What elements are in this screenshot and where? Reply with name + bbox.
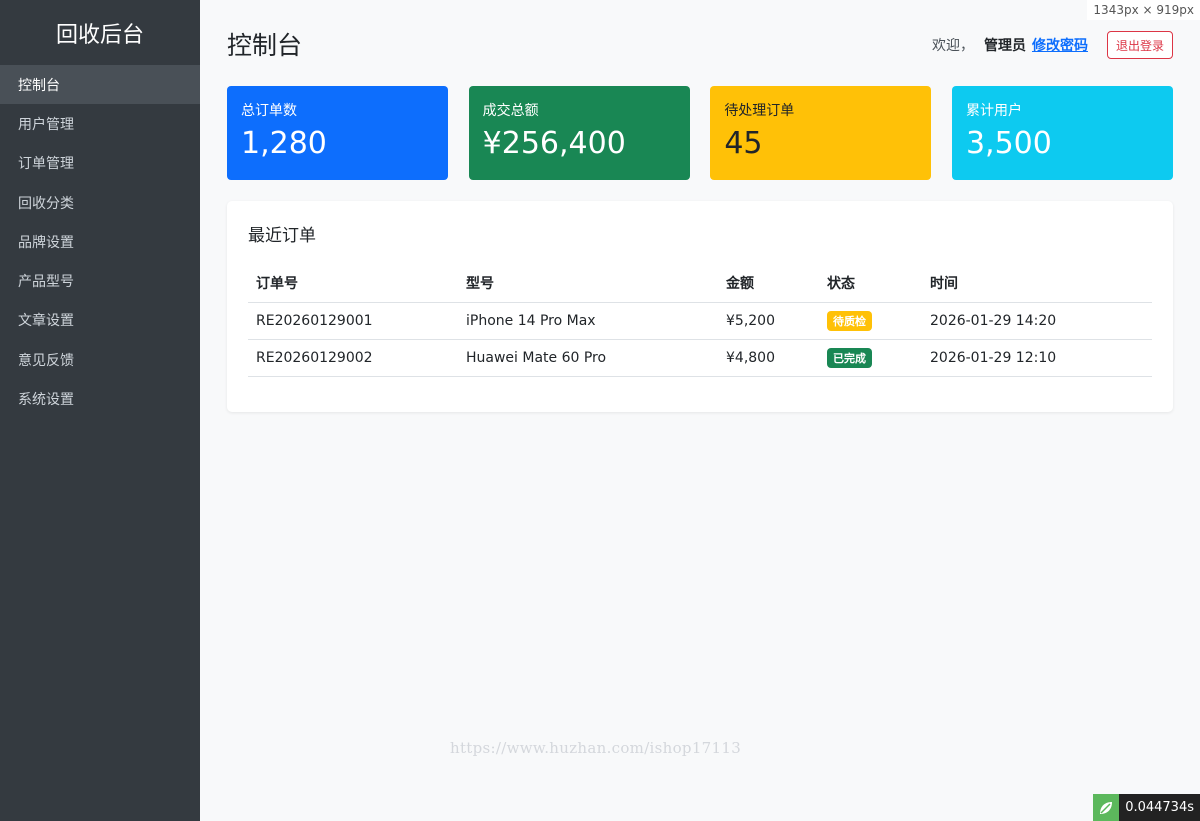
stat-card-total-orders: 总订单数 1,280 [227, 86, 448, 180]
watermark-text: https://www.huzhan.com/ishop17113 [450, 739, 742, 757]
column-header-time: 时间 [922, 264, 1152, 303]
sidebar-item-settings[interactable]: 系统设置 [0, 379, 200, 418]
sidebar-nav: 控制台 用户管理 订单管理 回收分类 品牌设置 产品型号 文章设置 意见反馈 系… [0, 65, 200, 419]
welcome-text: 欢迎， [931, 38, 974, 54]
main-content: 控制台 欢迎， 管理员 修改密码 退出登录 总订单数 1,280 成交总额 ¥2… [200, 0, 1200, 821]
cell-model: iPhone 14 Pro Max [458, 302, 718, 340]
brand-title: 回收后台 [55, 22, 144, 48]
leaf-logo-icon [1093, 794, 1120, 821]
cell-status: 待质检 [819, 302, 922, 340]
sidebar: 回收后台 控制台 用户管理 订单管理 回收分类 品牌设置 产品型号 文章设置 意… [0, 0, 200, 821]
sidebar-item-brands[interactable]: 品牌设置 [0, 222, 200, 261]
header-user-area: 欢迎， 管理员 修改密码 退出登录 [932, 31, 1173, 59]
sidebar-item-dashboard[interactable]: 控制台 [0, 65, 200, 105]
page-title: 控制台 [227, 31, 303, 60]
sidebar-item-orders[interactable]: 订单管理 [0, 144, 200, 183]
stat-label: 累计用户 [965, 103, 1022, 119]
stat-value: 3,500 [965, 126, 1052, 161]
cell-time: 2026-01-29 14:20 [922, 302, 1152, 340]
cell-time: 2026-01-29 12:10 [922, 339, 1152, 377]
stats-row: 总订单数 1,280 成交总额 ¥256,400 待处理订单 45 累计用户 3… [227, 86, 1173, 180]
stat-card-pending-orders: 待处理订单 45 [710, 86, 932, 180]
load-timer: 0.044734s [1093, 794, 1200, 821]
stat-label: 成交总额 [482, 103, 539, 119]
stat-value: ¥256,400 [482, 126, 626, 161]
admin-name: 管理员 [983, 38, 1026, 54]
app-root: 回收后台 控制台 用户管理 订单管理 回收分类 品牌设置 产品型号 文章设置 意… [0, 0, 1200, 821]
column-header-model: 型号 [458, 264, 718, 303]
stat-value: 45 [724, 126, 763, 161]
table-header-row: 订单号 型号 金额 状态 时间 [248, 264, 1152, 303]
timer-value: 0.044734s [1119, 794, 1200, 821]
cell-amount: ¥4,800 [718, 339, 819, 377]
stat-card-total-amount: 成交总额 ¥256,400 [468, 86, 690, 180]
column-header-amount: 金额 [718, 264, 819, 303]
dimension-tag: 1343px × 919px [1087, 0, 1200, 20]
change-password-link[interactable]: 修改密码 [1032, 35, 1088, 55]
logout-button[interactable]: 退出登录 [1106, 31, 1173, 59]
sidebar-item-articles[interactable]: 文章设置 [0, 301, 200, 340]
stat-label: 总订单数 [241, 103, 297, 119]
sidebar-item-feedback[interactable]: 意见反馈 [0, 340, 200, 379]
cell-status: 已完成 [819, 339, 922, 377]
sidebar-item-categories[interactable]: 回收分类 [0, 183, 200, 222]
status-badge: 待质检 [827, 310, 872, 331]
sidebar-item-users[interactable]: 用户管理 [0, 104, 200, 143]
cell-amount: ¥5,200 [718, 302, 819, 340]
cell-order-no: RE20260129001 [248, 302, 458, 340]
stat-card-total-users: 累计用户 3,500 [951, 86, 1173, 180]
stat-value: 1,280 [241, 126, 327, 161]
column-header-order-no: 订单号 [248, 264, 458, 303]
cell-order-no: RE20260129002 [248, 339, 458, 377]
status-badge: 已完成 [827, 347, 872, 368]
recent-orders-card: 最近订单 订单号 型号 金额 状态 时间 RE20260129001 iPhon… [227, 201, 1173, 412]
recent-orders-table: 订单号 型号 金额 状态 时间 RE20260129001 iPhone 14 … [248, 264, 1152, 377]
column-header-status: 状态 [819, 264, 922, 303]
table-row: RE20260129001 iPhone 14 Pro Max ¥5,200 待… [248, 302, 1152, 340]
stat-label: 待处理订单 [724, 103, 795, 119]
sidebar-item-models[interactable]: 产品型号 [0, 261, 200, 300]
recent-orders-title: 最近订单 [248, 226, 316, 246]
cell-model: Huawei Mate 60 Pro [458, 339, 718, 377]
table-row: RE20260129002 Huawei Mate 60 Pro ¥4,800 … [248, 339, 1152, 377]
